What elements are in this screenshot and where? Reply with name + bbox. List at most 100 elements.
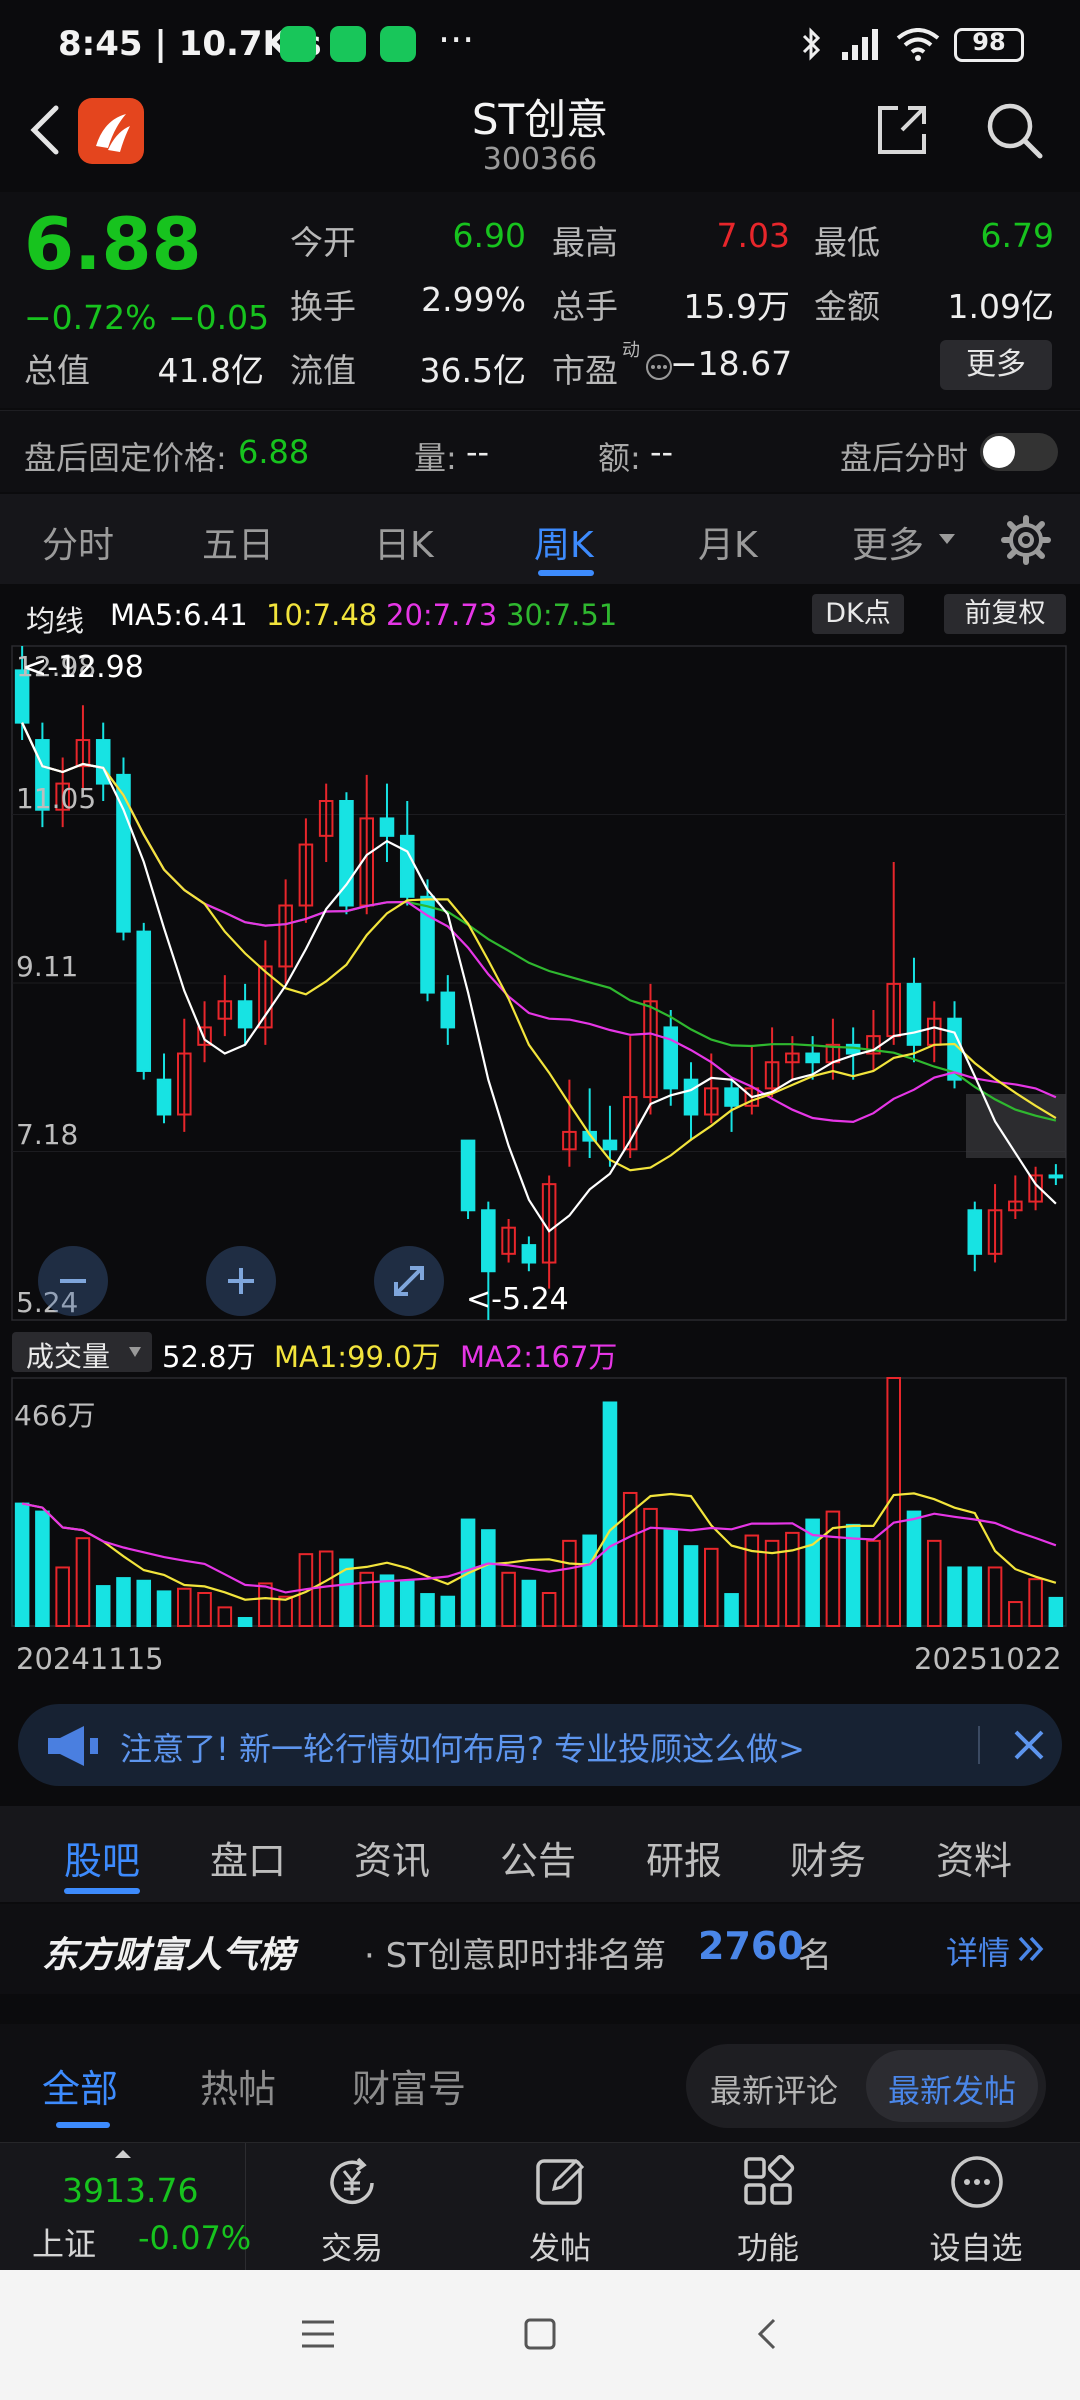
tab-more[interactable]: 更多: [852, 516, 924, 568]
open-label: 今开: [290, 223, 356, 262]
bluetooth-icon: [802, 27, 821, 61]
system-nav-bar: [0, 2270, 1080, 2400]
home-icon[interactable]: [522, 2316, 558, 2352]
candle-body: [663, 1026, 679, 1090]
tab-five-day[interactable]: 五日: [202, 516, 274, 568]
volume-bar: [318, 1550, 334, 1628]
after-hours-amt: --: [650, 433, 674, 471]
nav-functions[interactable]: 功能: [698, 2143, 838, 2271]
candle-body: [521, 1244, 537, 1264]
tab-announcements[interactable]: 公告: [500, 1830, 576, 1885]
market-cap-label: 总值: [24, 351, 90, 390]
tab-forum[interactable]: 股吧: [64, 1830, 140, 1885]
active-content-tab-indicator: [64, 1888, 140, 1894]
tab-order-book[interactable]: 盘口: [210, 1830, 286, 1885]
menu-icon[interactable]: [300, 2318, 336, 2350]
battery-icon: 98: [954, 28, 1024, 62]
nav-add-watchlist[interactable]: 设自选: [906, 2143, 1046, 2271]
volume-ma2: MA2:167万: [460, 1340, 618, 1374]
volume-bar: [481, 1529, 496, 1627]
close-icon[interactable]: [1010, 1726, 1048, 1764]
high-label: 最高: [552, 223, 618, 262]
candle-body: [237, 1000, 253, 1029]
after-hours-bar: 盘后固定价格: 6.88 量: -- 额: -- 盘后分时: [0, 410, 1080, 492]
sort-latest-post[interactable]: 最新发帖: [866, 2050, 1038, 2122]
index-ticker[interactable]: 3913.76 上证 -0.07%: [0, 2143, 251, 2271]
app-root: 8:45 | 10.7K/s ··· 98 ST创意 300366 6.88 −…: [0, 0, 1080, 2400]
filter-wealth[interactable]: 财富号: [352, 2058, 466, 2113]
filter-hot[interactable]: 热帖: [200, 2058, 276, 2113]
volume-bar: [399, 1579, 415, 1628]
candle-body: [683, 1078, 699, 1116]
tab-news[interactable]: 资讯: [354, 1830, 430, 1885]
battery-level: 98: [972, 28, 1006, 56]
caret-down-icon: [129, 1347, 141, 1357]
amount-value: 1.09亿: [947, 287, 1054, 326]
volume-selector[interactable]: 成交量: [12, 1332, 152, 1373]
volume-bar: [602, 1401, 618, 1628]
after-hours-toggle[interactable]: [980, 433, 1058, 471]
volume-selector-label: 成交量: [26, 1340, 111, 1373]
candle-body: [967, 1209, 983, 1255]
double-chevron-right-icon: [1018, 1936, 1044, 1962]
zoom-in-button[interactable]: [206, 1246, 276, 1316]
volume-value: 52.8万: [162, 1340, 256, 1374]
volume-bar: [582, 1534, 597, 1627]
volume-bar: [501, 1571, 516, 1628]
candle-body: [724, 1087, 739, 1107]
volume-bar: [14, 1502, 30, 1627]
nav-functions-label: 功能: [737, 2231, 799, 2267]
tab-monthly-k[interactable]: 月K: [698, 516, 758, 568]
gear-icon[interactable]: [998, 512, 1054, 568]
float-cap-value: 36.5亿: [419, 351, 526, 390]
after-hours-vol-label: 量:: [414, 439, 457, 477]
market-cap-value: 41.8亿: [157, 351, 264, 390]
tab-research[interactable]: 研报: [646, 1830, 722, 1885]
volume-bar: [177, 1587, 192, 1627]
rank-brand: 东方财富人气榜: [42, 1935, 295, 1976]
rank-detail-link[interactable]: 详情: [946, 1928, 1010, 1974]
volume-bar: [663, 1529, 679, 1627]
share-icon[interactable]: [872, 100, 932, 160]
filter-all[interactable]: 全部: [42, 2058, 118, 2113]
rank-number: 2760: [698, 1924, 804, 1968]
sort-latest-comment[interactable]: 最新评论: [710, 2066, 838, 2112]
kline-chart-area[interactable]: 均线 MA5:6.41 10:7.48 20:7.73 30:7.51 DK点 …: [0, 586, 1080, 1696]
volume-bar: [440, 1595, 456, 1627]
volume-bar: [217, 1606, 233, 1628]
more-notifications-icon: ···: [438, 18, 475, 62]
volume-bar: [947, 1566, 962, 1627]
volume-bar: [55, 1566, 70, 1627]
last-price: 6.88: [24, 202, 202, 286]
candle-body: [399, 834, 415, 898]
tab-financials[interactable]: 财务: [790, 1830, 866, 1885]
volume-max-label: 466万: [14, 1399, 96, 1432]
price-label-3: 9.11: [16, 950, 79, 983]
zoom-out-button[interactable]: [38, 1246, 108, 1316]
period-tabs: 分时 五日 日K 周K 月K 更多: [0, 494, 1080, 584]
fullscreen-button[interactable]: [374, 1246, 444, 1316]
volume-bar: [359, 1571, 374, 1628]
after-hours-price: 6.88: [238, 433, 310, 471]
nav-post[interactable]: 发帖: [490, 2143, 630, 2271]
tab-weekly-k[interactable]: 周K: [534, 516, 594, 568]
system-back-icon[interactable]: [752, 2316, 782, 2352]
megaphone-icon: [48, 1726, 98, 1766]
change-amount: −0.05: [168, 298, 270, 337]
promo-banner[interactable]: 注意了! 新一轮行情如何布局? 专业投顾这么做>: [18, 1704, 1062, 1786]
tab-profile[interactable]: 资料: [936, 1830, 1012, 1885]
nav-post-label: 发帖: [529, 2231, 591, 2267]
candle-body: [420, 895, 435, 994]
pe-superscript: 动: [622, 340, 640, 361]
tab-daily-k[interactable]: 日K: [374, 516, 434, 568]
price-label-2: 11.05: [16, 782, 97, 815]
popularity-rank[interactable]: 东方财富人气榜 · ST创意即时排名第 2760 名 详情: [0, 1904, 1080, 1994]
nav-trade[interactable]: 交易: [282, 2143, 422, 2271]
volume-bar: [906, 1510, 922, 1628]
more-button[interactable]: 更多: [940, 340, 1052, 390]
low-value: 6.79: [980, 216, 1054, 255]
index-change: -0.07%: [138, 2219, 252, 2257]
search-icon[interactable]: [982, 98, 1046, 162]
tab-intraday[interactable]: 分时: [42, 516, 114, 568]
volume-bar: [237, 1617, 253, 1628]
